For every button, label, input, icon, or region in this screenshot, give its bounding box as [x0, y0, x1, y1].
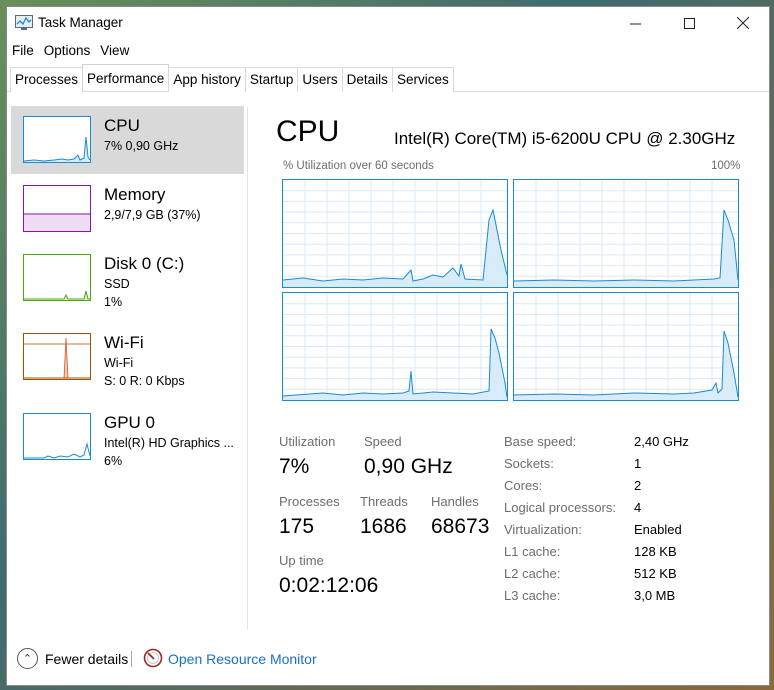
sidebar-cpu-detail: 7% 0,90 GHz: [104, 139, 179, 153]
processes-value: 175: [279, 515, 315, 538]
spec-value: 1: [634, 456, 642, 471]
disk-thumbnail-graph: [23, 254, 91, 301]
spec-value: 512 KB: [634, 566, 677, 581]
cpu-core-graph-1: [282, 179, 508, 288]
tab-performance[interactable]: Performance: [82, 64, 170, 91]
spec-label: Sockets:: [504, 456, 554, 471]
tab-startup[interactable]: Startup: [244, 67, 299, 92]
spec-value: 2: [634, 478, 642, 493]
gpu-thumbnail-graph: [23, 413, 91, 460]
sidebar-item-disk[interactable]: Disk 0 (C:) SSD 1%: [11, 244, 244, 312]
spec-label: Base speed:: [504, 434, 577, 449]
spec-value: 4: [634, 500, 642, 515]
uptime-label: Up time: [279, 553, 324, 568]
chevron-up-icon: ⌃: [22, 653, 33, 665]
menu-bar: File Options View: [7, 41, 134, 63]
spec-value: 3,0 MB: [634, 588, 676, 603]
tab-users[interactable]: Users: [297, 67, 343, 92]
close-icon: [737, 17, 749, 29]
speed-value: 0,90 GHz: [364, 455, 453, 478]
cpu-core-graph-2: [513, 179, 739, 288]
title-bar[interactable]: Task Manager: [7, 7, 769, 39]
cpu-model-name: Intel(R) Core(TM) i5-6200U CPU @ 2.30GHz: [394, 129, 736, 148]
spec-label: Cores:: [504, 478, 543, 493]
threads-value: 1686: [360, 515, 407, 538]
tab-services[interactable]: Services: [391, 67, 454, 92]
close-button[interactable]: [717, 7, 769, 39]
cpu-thumbnail-graph: [23, 116, 91, 163]
page-title: CPU: [276, 115, 340, 148]
cpu-core-graph-4: [513, 292, 739, 401]
cpu-core-graph-3: [282, 292, 508, 401]
sidebar-gpu-name: GPU 0: [104, 413, 156, 432]
tab-processes[interactable]: Processes: [10, 67, 84, 92]
spec-label: L2 cache:: [504, 566, 561, 581]
sidebar-wifi-adapter: Wi-Fi: [104, 356, 134, 370]
sidebar-item-memory[interactable]: Memory 2,9/7,9 GB (37%): [11, 175, 244, 243]
threads-label: Threads: [360, 494, 408, 509]
spec-label: Logical processors:: [504, 500, 616, 515]
sidebar-divider: [247, 107, 248, 629]
menu-view[interactable]: View: [95, 41, 134, 63]
window-title: Task Manager: [38, 15, 123, 30]
minimize-button[interactable]: [609, 7, 661, 39]
spec-label: L1 cache:: [504, 544, 561, 559]
fewer-details-link[interactable]: Fewer details: [45, 651, 128, 667]
sidebar-item-cpu[interactable]: CPU 7% 0,90 GHz: [11, 106, 244, 174]
sidebar-disk-name: Disk 0 (C:): [104, 254, 185, 273]
graph-max-label: 100%: [711, 160, 741, 172]
open-resource-monitor-link[interactable]: Open Resource Monitor: [168, 651, 317, 667]
menu-options[interactable]: Options: [39, 41, 96, 63]
footer-divider: [131, 651, 132, 667]
spec-value: Enabled: [634, 522, 682, 537]
maximize-button[interactable]: [663, 7, 715, 39]
sidebar-memory-name: Memory: [104, 185, 166, 204]
tab-bar: Processes Performance App history Startu…: [7, 64, 769, 92]
sidebar-wifi-throughput: S: 0 R: 0 Kbps: [104, 374, 185, 388]
utilization-value: 7%: [279, 455, 310, 478]
sidebar-gpu-model: Intel(R) HD Graphics ...: [104, 436, 234, 450]
menu-file[interactable]: File: [7, 41, 39, 63]
handles-label: Handles: [431, 494, 479, 509]
sidebar-memory-detail: 2,9/7,9 GB (37%): [104, 208, 201, 222]
sidebar-wifi-name: Wi-Fi: [104, 333, 144, 352]
sidebar-gpu-usage: 6%: [104, 454, 123, 468]
spec-value: 128 KB: [634, 544, 677, 559]
spec-label: L3 cache:: [504, 588, 561, 603]
minimize-icon: [629, 23, 641, 24]
sidebar-item-wifi[interactable]: Wi-Fi Wi-Fi S: 0 R: 0 Kbps: [11, 323, 244, 391]
processes-label: Processes: [279, 494, 340, 509]
maximize-icon: [683, 17, 695, 29]
wifi-thumbnail-graph: [23, 333, 91, 380]
handles-value: 68673: [431, 515, 490, 538]
resource-monitor-icon[interactable]: [143, 648, 163, 668]
utilization-label: Utilization: [279, 434, 336, 449]
sidebar-cpu-name: CPU: [104, 116, 140, 135]
sidebar-disk-type: SSD: [104, 277, 130, 291]
spec-label: Virtualization:: [504, 522, 582, 537]
sidebar-disk-usage: 1%: [104, 295, 123, 309]
graph-caption: % Utilization over 60 seconds: [283, 160, 434, 172]
fewer-details-button[interactable]: ⌃: [17, 648, 38, 669]
performance-sidebar: CPU 7% 0,90 GHz Memory 2,9/7,9 GB (37%) …: [11, 103, 244, 633]
tab-app-history[interactable]: App history: [168, 67, 246, 92]
speed-label: Speed: [364, 434, 402, 449]
spec-value: 2,40 GHz: [634, 434, 689, 449]
uptime-value: 0:02:12:06: [279, 574, 379, 597]
task-manager-icon: [15, 15, 33, 30]
task-manager-window: Task Manager File Options View Processes…: [6, 6, 770, 686]
tab-details[interactable]: Details: [341, 67, 393, 92]
memory-thumbnail-graph: [23, 185, 91, 232]
sidebar-item-gpu[interactable]: GPU 0 Intel(R) HD Graphics ... 6%: [11, 403, 244, 471]
